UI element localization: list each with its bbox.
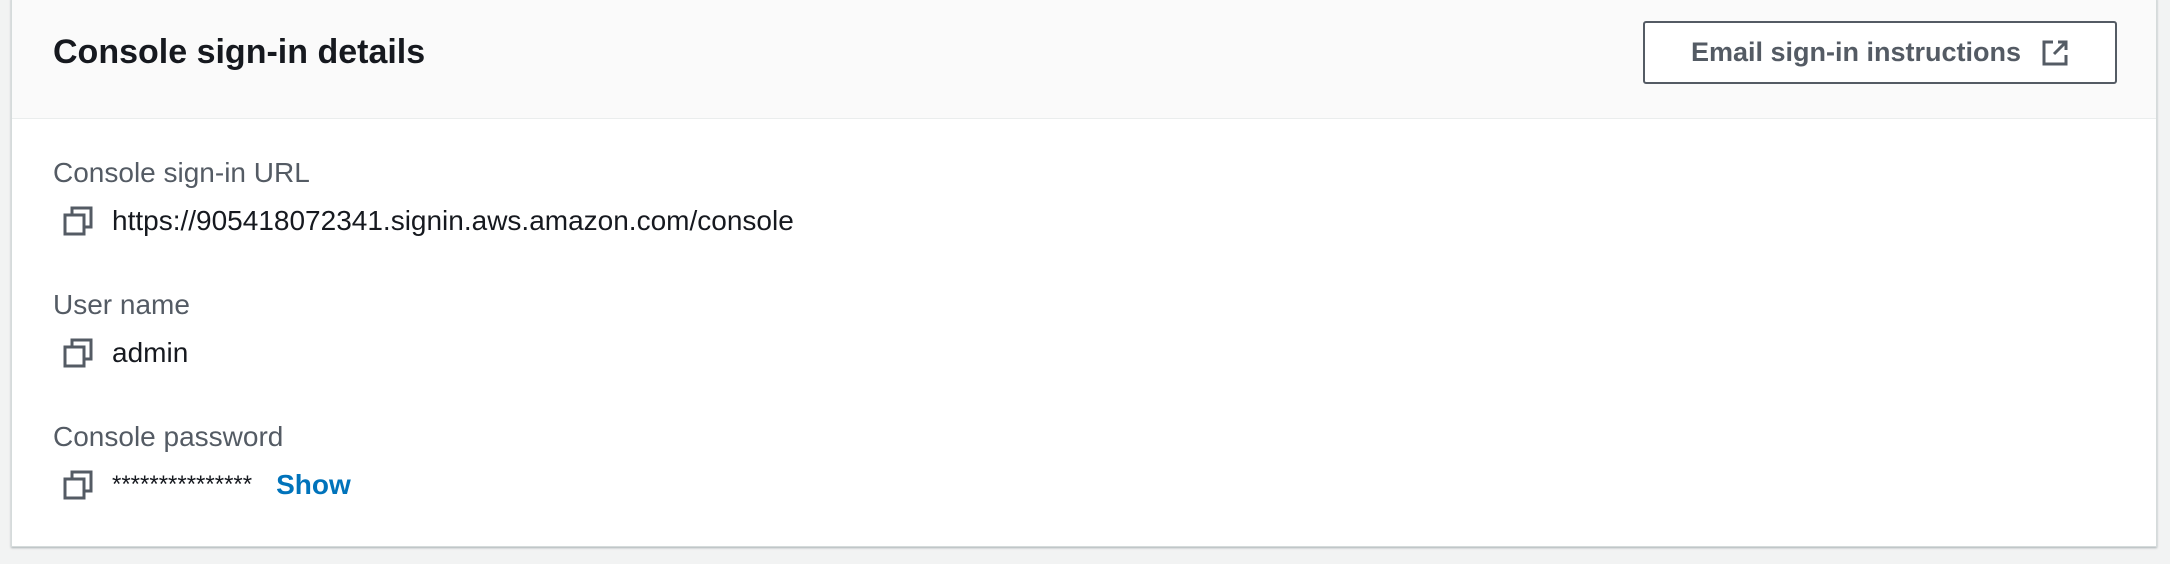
console-sign-in-panel: Console sign-in details Email sign-in in… bbox=[11, 0, 2157, 547]
console-url-row: https://905418072341.signin.aws.amazon.c… bbox=[53, 203, 794, 239]
user-name-field: User name admin bbox=[53, 287, 190, 371]
panel-header: Console sign-in details Email sign-in in… bbox=[12, 0, 2156, 119]
show-password-link[interactable]: Show bbox=[276, 469, 351, 501]
console-url-label: Console sign-in URL bbox=[53, 157, 310, 188]
console-url-value: https://905418072341.signin.aws.amazon.c… bbox=[112, 205, 794, 236]
user-name-row: admin bbox=[53, 335, 190, 371]
console-url-field: Console sign-in URL https://905418072341… bbox=[53, 155, 794, 239]
email-button-label: Email sign-in instructions bbox=[1690, 37, 2022, 67]
user-name-value: admin bbox=[112, 337, 189, 368]
copy-icon[interactable] bbox=[61, 204, 95, 238]
console-password-field: Console password *************** Show bbox=[53, 419, 351, 503]
copy-icon[interactable] bbox=[61, 468, 95, 502]
email-sign-in-instructions-button[interactable]: Email sign-in instructions bbox=[1643, 21, 2117, 84]
console-password-value: *************** bbox=[112, 471, 253, 498]
panel-title: Console sign-in details bbox=[53, 33, 426, 71]
console-password-label: Console password bbox=[53, 421, 284, 452]
user-name-label: User name bbox=[53, 289, 190, 320]
copy-icon[interactable] bbox=[61, 336, 95, 370]
external-link-icon bbox=[2041, 39, 2069, 67]
console-password-row: *************** Show bbox=[53, 467, 351, 503]
